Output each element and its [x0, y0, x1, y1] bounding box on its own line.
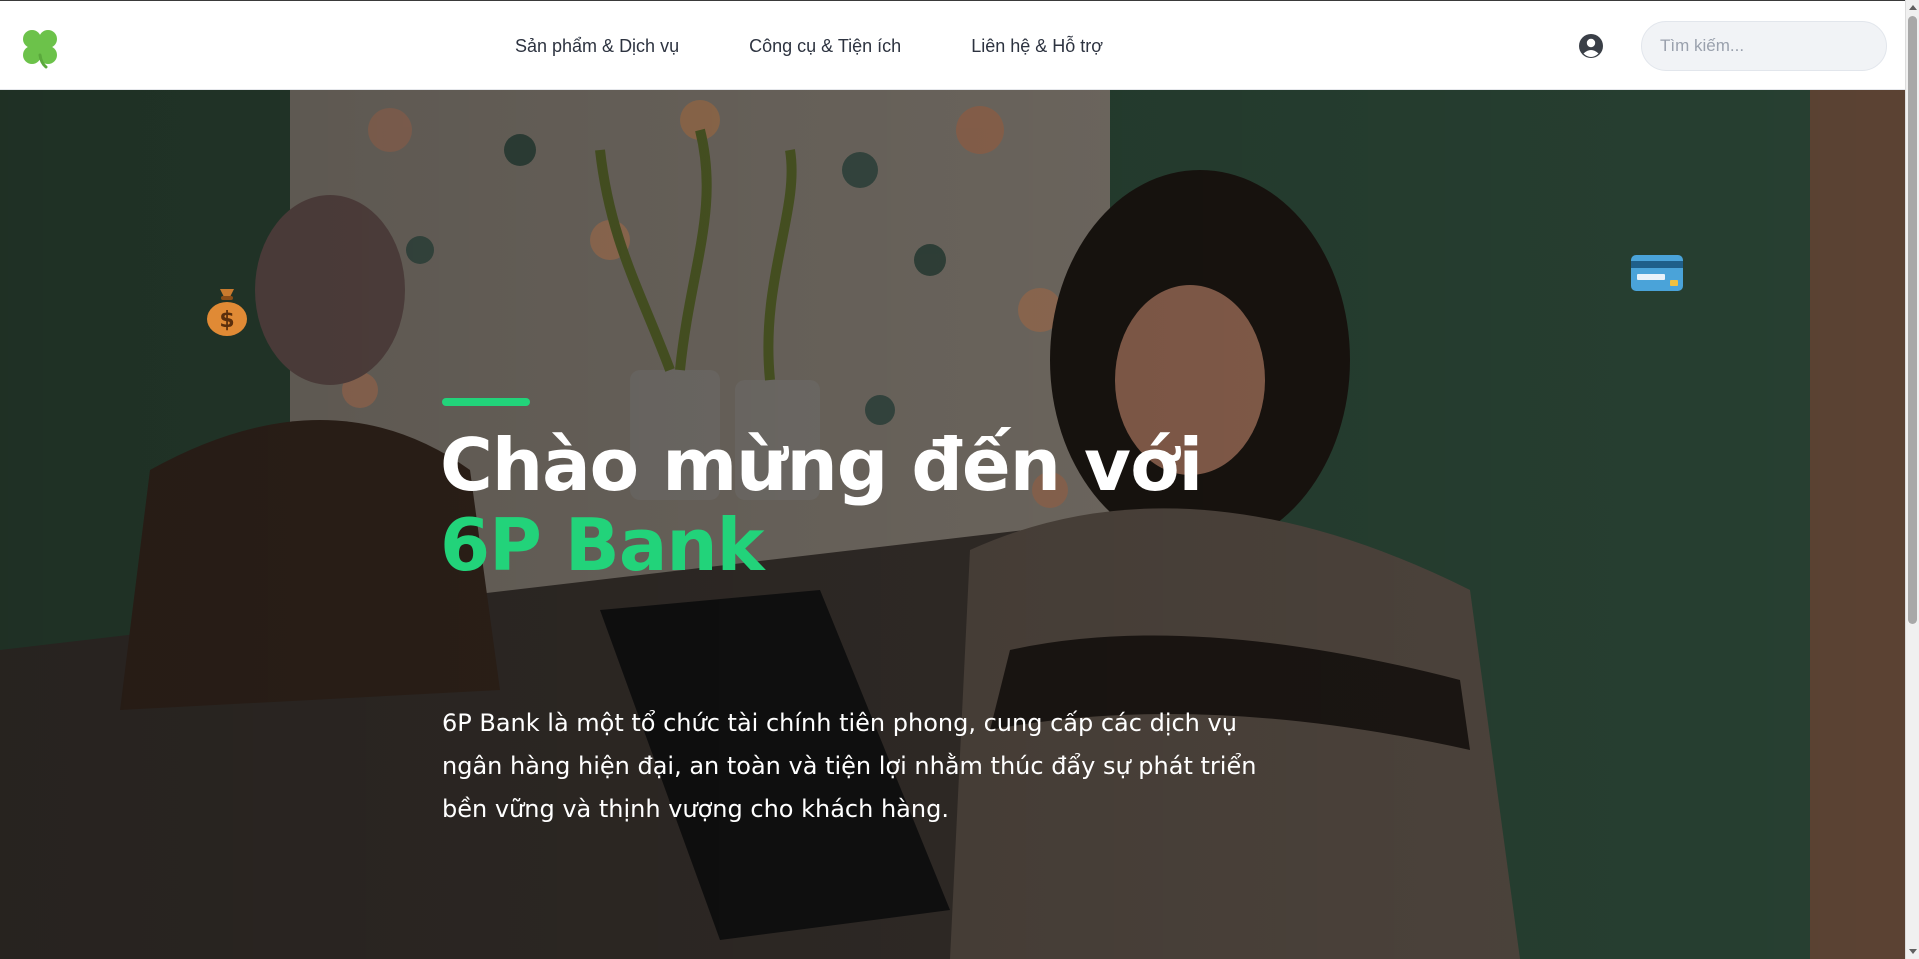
hero-title: Chào mừng đến với 6P Bank — [440, 423, 1203, 587]
scroll-up-arrow-icon[interactable] — [1909, 5, 1917, 10]
nav-item-tools-utilities[interactable]: Công cụ & Tiện ích — [749, 36, 901, 57]
nav-item-contact-support[interactable]: Liên hệ & Hỗ trợ — [971, 36, 1103, 57]
main-nav: Sản phẩm & Dịch vụ Công cụ & Tiện ích Li… — [515, 1, 1103, 91]
site-header: Sản phẩm & Dịch vụ Công cụ & Tiện ích Li… — [0, 0, 1905, 90]
scroll-down-arrow-icon[interactable] — [1909, 949, 1917, 954]
nav-item-products-services[interactable]: Sản phẩm & Dịch vụ — [515, 36, 679, 57]
hero-section: $ Chào mừng đến với 6P Bank 6P Bank là m… — [0, 90, 1905, 959]
credit-card-icon — [1631, 255, 1683, 291]
search-input[interactable] — [1641, 21, 1887, 71]
money-bag-icon: $ — [207, 289, 247, 336]
page-scrollbar[interactable] — [1905, 0, 1919, 959]
svg-text:$: $ — [219, 308, 234, 333]
user-circle-icon[interactable] — [1578, 33, 1604, 59]
hero-description: 6P Bank là một tổ chức tài chính tiên ph… — [442, 709, 1257, 823]
hero-brand-name: 6P Bank — [440, 503, 765, 587]
four-leaf-clover-icon[interactable] — [18, 25, 62, 69]
hero-title-line1: Chào mừng đến với — [440, 423, 1203, 507]
scrollbar-thumb[interactable] — [1908, 16, 1917, 624]
hero-accent-line — [442, 398, 530, 406]
